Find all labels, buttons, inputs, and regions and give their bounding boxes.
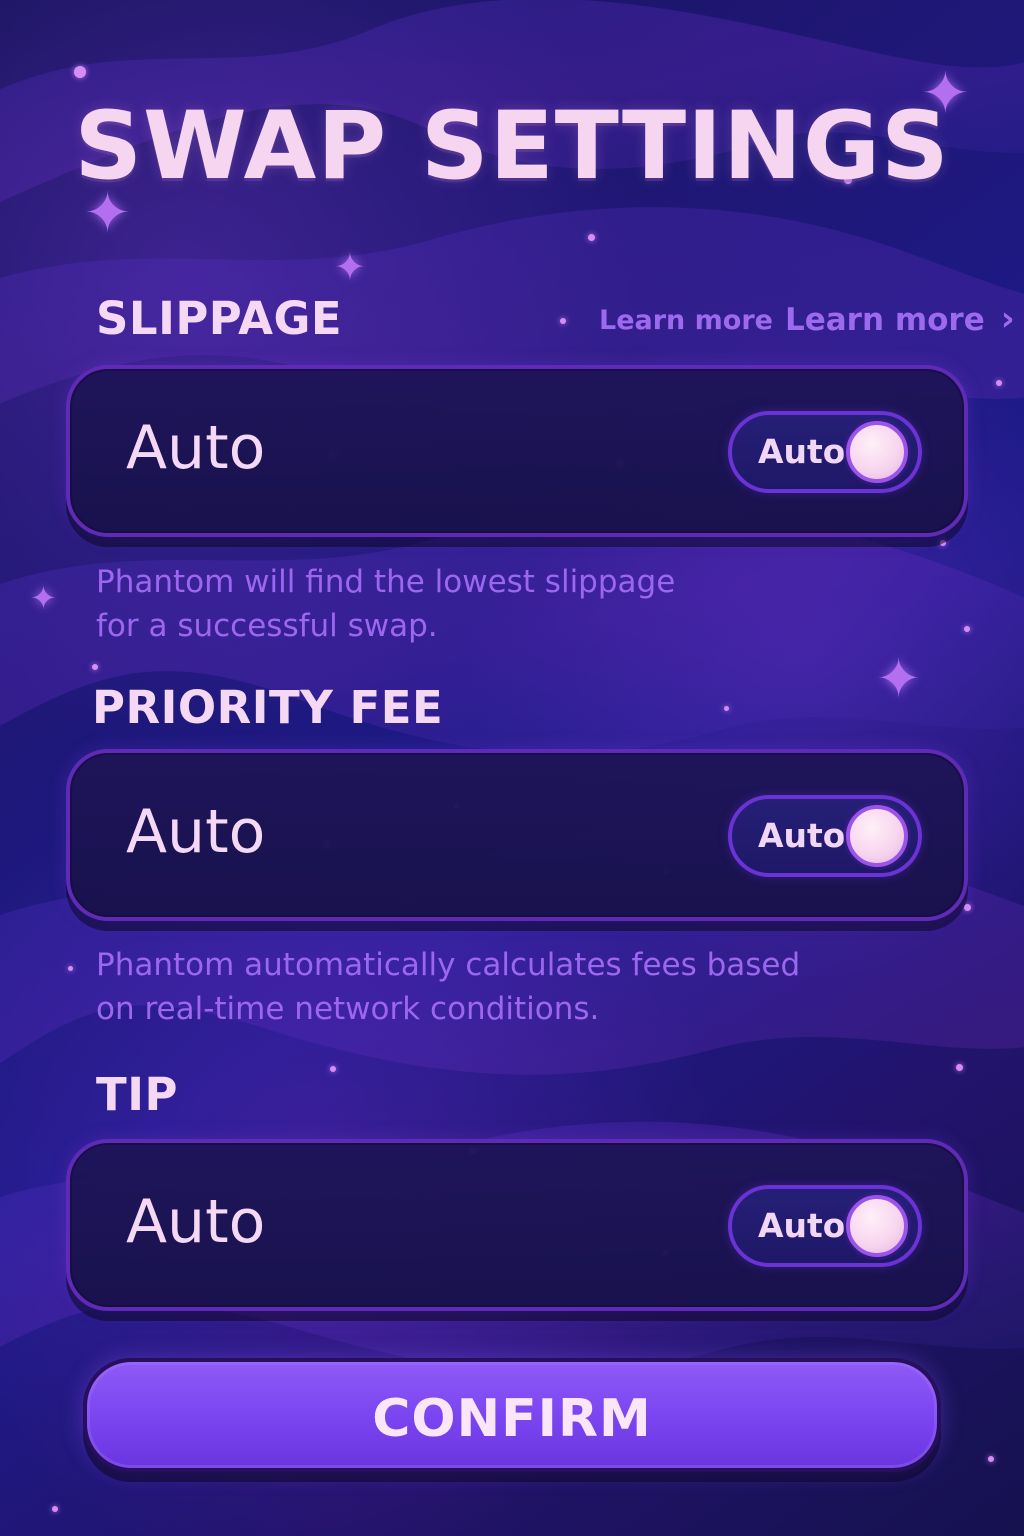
slippage-description-line-1: Phantom will find the lowest slippage — [96, 564, 676, 600]
priority-fee-description-line-1: Phantom automatically calculates fees ba… — [96, 947, 801, 983]
learn-more-large-text: Learn more — [784, 302, 985, 338]
priority-fee-label: PRIORITY FEE — [92, 681, 444, 734]
slippage-card: Auto Auto — [66, 365, 968, 537]
learn-more-link[interactable]: Learn more Learn more › — [599, 299, 1015, 339]
priority-fee-description: Phantom automatically calculates fees ba… — [96, 943, 800, 1031]
tip-value: Auto — [126, 1187, 266, 1257]
page-title: SWAP SETTINGS — [74, 92, 950, 201]
slippage-value: Auto — [126, 413, 266, 483]
slippage-toggle[interactable]: Auto — [728, 411, 922, 493]
priority-fee-toggle-label: Auto — [758, 816, 846, 855]
priority-fee-toggle[interactable]: Auto — [728, 795, 922, 877]
swap-settings-screen: ✦ ✦ ✦ ✦ ✦ SWAP SETTINGS SLIPPAGE Learn m… — [0, 0, 1024, 1536]
learn-more-small-text: Learn more — [599, 304, 773, 336]
confirm-button-label: CONFIRM — [372, 1389, 652, 1449]
priority-fee-value: Auto — [126, 797, 266, 867]
confirm-button[interactable]: CONFIRM — [83, 1358, 941, 1472]
chevron-right-icon: › — [1000, 299, 1015, 339]
tip-card: Auto Auto — [66, 1139, 968, 1311]
tip-label: TIP — [96, 1068, 178, 1121]
toggle-knob — [846, 421, 908, 483]
tip-toggle-label: Auto — [758, 1206, 846, 1245]
slippage-label: SLIPPAGE — [96, 292, 343, 345]
slippage-description-line-2: for a successful swap. — [96, 608, 438, 644]
priority-fee-card: Auto Auto — [66, 749, 968, 921]
priority-fee-description-line-2: on real-time network conditions. — [96, 991, 600, 1027]
toggle-knob — [846, 1195, 908, 1257]
tip-toggle[interactable]: Auto — [728, 1185, 922, 1267]
slippage-description: Phantom will find the lowest slippage fo… — [96, 560, 675, 648]
toggle-knob — [846, 805, 908, 867]
slippage-toggle-label: Auto — [758, 432, 846, 471]
